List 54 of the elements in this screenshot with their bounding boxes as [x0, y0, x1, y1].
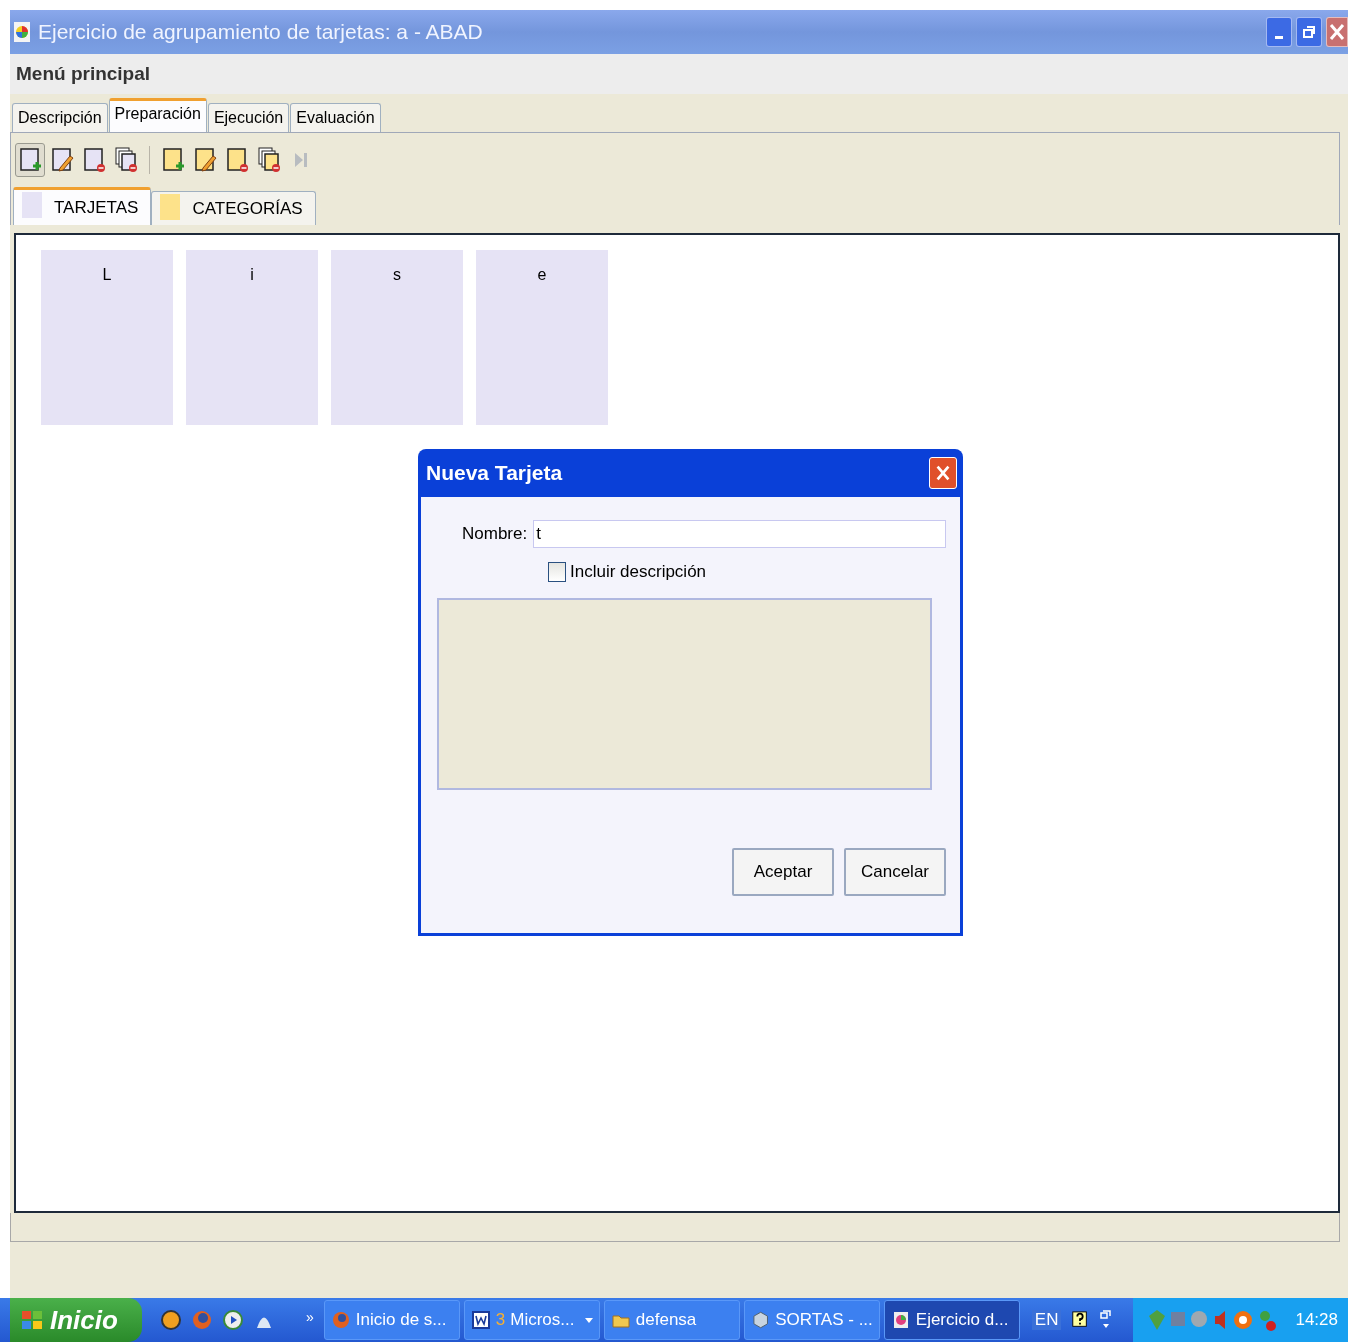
tab[interactable]: Evaluación: [290, 103, 381, 132]
tab[interactable]: Ejecución: [207, 103, 290, 132]
restore-button[interactable]: [1296, 17, 1322, 47]
document-icon: [470, 1310, 491, 1330]
window-title: Ejercicio de agrupamiento de tarjetas: a - ABAD: [38, 20, 484, 44]
play-icon[interactable]: [222, 1309, 244, 1331]
cube-icon: [750, 1310, 771, 1330]
card-label: s: [393, 266, 401, 284]
caret-icon: [584, 1316, 593, 1324]
tab[interactable]: Descripción: [12, 103, 108, 132]
card-label: i: [250, 266, 254, 284]
close-button[interactable]: [929, 457, 957, 489]
tab[interactable]: CATEGORÍAS: [151, 191, 316, 225]
document-icon: [192, 146, 218, 174]
dialog-title: Nueva Tarjeta: [426, 461, 563, 485]
main-menu[interactable]: Menú principal: [16, 63, 151, 85]
document-icon: [81, 146, 107, 174]
more-button[interactable]: »: [306, 1309, 314, 1325]
close-icon: [934, 464, 952, 482]
dialog-button[interactable]: Cancelar: [844, 848, 946, 896]
windows-flag-icon: [20, 1308, 44, 1332]
document-icon: [49, 146, 75, 174]
taskbar-button[interactable]: defensa: [603, 1300, 740, 1340]
taskbar-button[interactable]: Inicio de s...: [323, 1300, 460, 1340]
close-icon: [1327, 22, 1347, 42]
card[interactable]: L: [41, 250, 173, 425]
checkbox[interactable]: [548, 562, 566, 582]
minimize-button[interactable]: [1266, 17, 1292, 47]
field-label: Nombre:: [462, 524, 528, 544]
card[interactable]: i: [186, 250, 318, 425]
clock: 14:28: [1295, 1310, 1338, 1330]
document-icon: [224, 146, 250, 174]
card-label: e: [537, 266, 547, 284]
name-field[interactable]: t: [533, 520, 946, 548]
taskbar-button[interactable]: 3 Micros...: [463, 1300, 600, 1340]
document-icon: [113, 146, 139, 174]
taskbar-button[interactable]: Ejercicio d...: [883, 1300, 1020, 1340]
language-indicator[interactable]: EN: [1031, 1310, 1062, 1330]
card[interactable]: e: [476, 250, 608, 425]
tab[interactable]: Preparación: [108, 98, 207, 132]
close-button[interactable]: [1326, 17, 1348, 47]
taskbar-button[interactable]: SORTAS - ...: [743, 1300, 880, 1340]
toolbar-button[interactable]: [15, 143, 45, 177]
document-icon: [256, 146, 282, 174]
color-wheel-icon: [14, 22, 30, 42]
card[interactable]: s: [331, 250, 463, 425]
document-icon: [160, 146, 186, 174]
dialog-button[interactable]: Aceptar: [732, 848, 834, 896]
minimize-icon: [1275, 35, 1283, 39]
card-label: L: [102, 266, 112, 284]
tab[interactable]: TARJETAS: [13, 187, 152, 225]
start-button[interactable]: Inicio: [10, 1298, 142, 1342]
checkbox-label: Incluir descripción: [570, 562, 707, 582]
document-icon: [17, 146, 43, 174]
